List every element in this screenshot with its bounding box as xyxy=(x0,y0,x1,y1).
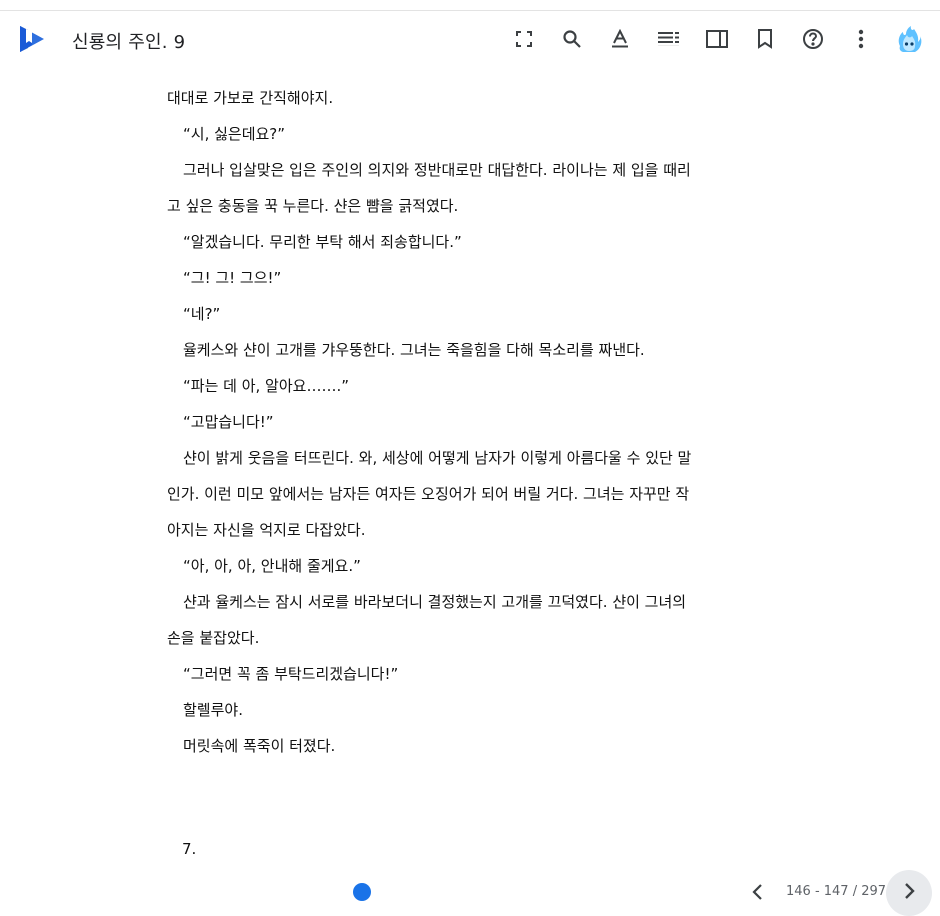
help-icon xyxy=(802,28,824,50)
text-line: “알겠습니다. 무리한 부탁 해서 죄송합니다.” xyxy=(167,224,773,260)
text-line: “그러면 꼭 좀 부탁드리겠습니다!” xyxy=(167,656,773,692)
text-format-icon xyxy=(610,29,630,49)
chapter-heading: 7. xyxy=(182,840,196,858)
text-line: 고 싶은 충동을 꾹 누른다. 샨은 뺨을 긁적였다. xyxy=(167,188,773,224)
page-scrubber-handle[interactable] xyxy=(353,883,371,901)
contents-button[interactable] xyxy=(655,25,683,53)
text-line: 대대로 가보로 간직해야지. xyxy=(167,80,773,116)
search-button[interactable] xyxy=(558,25,586,53)
text-line: 그러나 입살맞은 입은 주인의 의지와 정반대로만 대답한다. 라이나는 제 입… xyxy=(167,152,773,188)
text-line: “파는 데 아, 알아요…….” xyxy=(167,368,773,404)
previous-page-button[interactable] xyxy=(748,882,768,902)
text-line: “시, 싫은데요?” xyxy=(167,116,773,152)
search-icon xyxy=(562,29,582,49)
bookmark-button[interactable] xyxy=(751,25,779,53)
text-line: 할렐루야. xyxy=(167,692,773,728)
text-line: 머릿속에 폭죽이 터졌다. xyxy=(167,728,773,764)
next-page-button[interactable] xyxy=(886,870,932,916)
text-line: 샨이 밝게 웃음을 터뜨린다. 와, 세상에 어떻게 남자가 이렇게 아름다울 … xyxy=(167,440,773,476)
contents-icon xyxy=(658,31,680,47)
fullscreen-button[interactable] xyxy=(510,25,538,53)
side-panel-button[interactable] xyxy=(703,25,731,53)
avatar[interactable] xyxy=(894,24,924,54)
page-navigation: 146 - 147 / 297 xyxy=(0,870,940,890)
book-page: 대대로 가보로 간직해야지. “시, 싫은데요?” 그러나 입살맞은 입은 주인… xyxy=(167,80,773,764)
bookmark-icon xyxy=(757,29,773,49)
book-title: 신룡의 주인. 9 xyxy=(72,28,185,54)
fullscreen-icon xyxy=(515,30,533,48)
more-icon xyxy=(858,29,864,49)
text-line: “그! 그! 그으!” xyxy=(167,260,773,296)
page-counter: 146 - 147 / 297 xyxy=(786,884,886,899)
text-line: 샨과 율케스는 잠시 서로를 바라보더니 결정했는지 고개를 끄덕였다. 샨이 … xyxy=(167,584,773,620)
text-line: 손을 붙잡았다. xyxy=(167,620,773,656)
app-bar: 신룡의 주인. 9 xyxy=(0,11,940,67)
more-options-button[interactable] xyxy=(847,25,875,53)
side-panel-icon xyxy=(706,30,728,48)
text-line: 율케스와 샨이 고개를 갸우뚱한다. 그녀는 죽을힘을 다해 목소리를 짜낸다. xyxy=(167,332,773,368)
text-line: “네?” xyxy=(167,296,773,332)
text-line: 아지는 자신을 억지로 다잡았다. xyxy=(167,512,773,548)
text-line: 인가. 이런 미모 앞에서는 남자든 여자든 오징어가 되어 버릴 거다. 그녀… xyxy=(167,476,773,512)
text-line: “아, 아, 아, 안내해 줄게요.” xyxy=(167,548,773,584)
text-format-button[interactable] xyxy=(606,25,634,53)
text-line: “고맙습니다!” xyxy=(167,404,773,440)
play-books-logo[interactable] xyxy=(16,23,48,55)
help-button[interactable] xyxy=(799,25,827,53)
